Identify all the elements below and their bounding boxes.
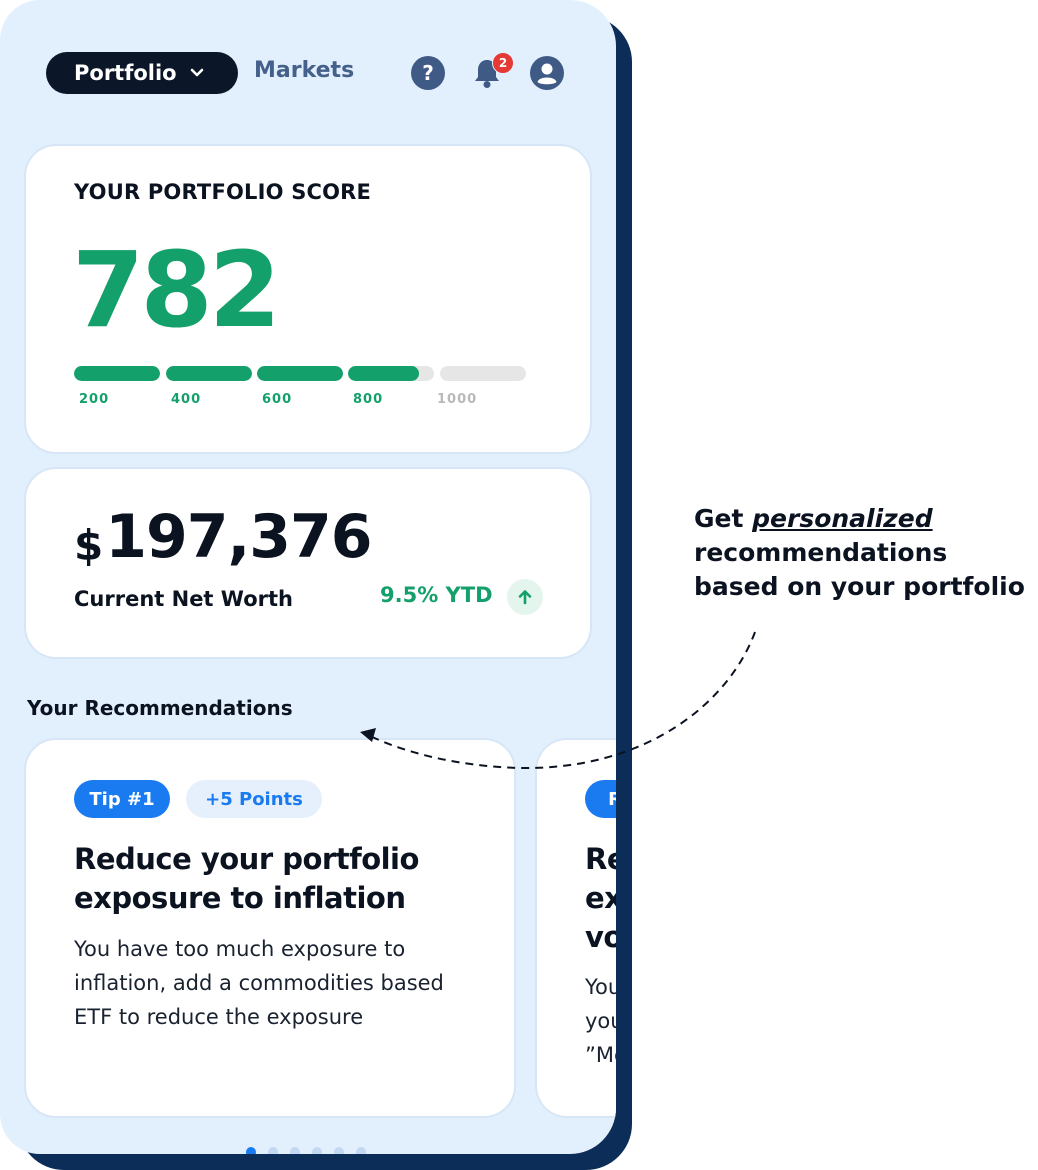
pager-dot[interactable] bbox=[312, 1147, 322, 1154]
tip-badge: R bbox=[585, 780, 616, 818]
score-tick-label: 800 bbox=[353, 392, 384, 407]
ytd-change: 9.5% YTD bbox=[380, 583, 493, 607]
recommendation-card-next[interactable]: R Re ex vo You you ”Mc bbox=[537, 740, 616, 1116]
pager-dot[interactable] bbox=[290, 1147, 300, 1154]
recommendation-card[interactable]: Tip #1 +5 Points Reduce your portfolio e… bbox=[26, 740, 514, 1116]
body-line: ”Mc bbox=[585, 1043, 616, 1067]
pager-dot[interactable] bbox=[246, 1147, 256, 1154]
body-line: You bbox=[585, 975, 616, 999]
score-tick-label: 200 bbox=[79, 392, 110, 407]
score-card-title: YOUR PORTFOLIO SCORE bbox=[74, 180, 372, 204]
recommendation-title-partial: Re ex vo bbox=[585, 840, 616, 957]
recommendation-title: Reduce your portfolio exposure to inflat… bbox=[74, 842, 419, 915]
phone-screen: Portfolio Markets ? 2 YOUR PORTFOLIO SCO… bbox=[0, 0, 616, 1154]
pager-dot[interactable] bbox=[356, 1147, 366, 1154]
score-segment-200 bbox=[74, 366, 160, 381]
score-tick-label: 400 bbox=[171, 392, 202, 407]
currency-symbol: $ bbox=[74, 521, 104, 570]
net-worth-amount: 197,376 bbox=[105, 502, 372, 572]
portfolio-score-value: 782 bbox=[72, 229, 281, 351]
notification-badge: 2 bbox=[492, 52, 514, 74]
pager-dot[interactable] bbox=[268, 1147, 278, 1154]
help-glyph: ? bbox=[422, 61, 434, 85]
pager-dot[interactable] bbox=[334, 1147, 344, 1154]
score-tick-label: 600 bbox=[262, 392, 293, 407]
title-line: ex bbox=[585, 881, 616, 915]
score-segment-600 bbox=[257, 366, 343, 381]
arrow-up-icon bbox=[507, 579, 543, 615]
callout-emphasis: personalized bbox=[752, 504, 933, 533]
carousel-pager bbox=[246, 1147, 366, 1154]
recommendation-body: You have too much exposure to inflation,… bbox=[74, 937, 444, 1029]
tab-markets[interactable]: Markets bbox=[254, 58, 354, 83]
recommendation-body-partial: You you ”Mc bbox=[585, 970, 616, 1072]
score-segment-400 bbox=[166, 366, 252, 381]
points-badge: +5 Points bbox=[186, 780, 322, 818]
portfolio-dropdown[interactable]: Portfolio bbox=[46, 52, 238, 94]
score-tick-label: 1000 bbox=[437, 392, 478, 407]
dashed-arrow-icon bbox=[360, 631, 756, 770]
body-line: you bbox=[585, 1009, 616, 1033]
title-line: vo bbox=[585, 920, 616, 954]
title-line: Re bbox=[585, 842, 616, 876]
net-worth-value: $ 197,376 bbox=[74, 502, 373, 572]
help-icon[interactable]: ? bbox=[411, 56, 445, 90]
portfolio-tab-label: Portfolio bbox=[74, 61, 177, 85]
callout-line-1: Get personalized bbox=[694, 502, 1038, 536]
tip-badge: Tip #1 bbox=[74, 780, 170, 818]
callout-prefix: Get bbox=[694, 504, 753, 533]
chevron-down-icon bbox=[189, 67, 205, 79]
score-segment-1000 bbox=[440, 366, 526, 381]
user-avatar-icon[interactable] bbox=[530, 56, 564, 90]
callout-line-3: based on your portfolio bbox=[694, 572, 1025, 601]
feature-callout: Get personalized recommendations based o… bbox=[694, 502, 1038, 604]
callout-line-2: recommendations bbox=[694, 538, 948, 567]
net-worth-label: Current Net Worth bbox=[74, 587, 293, 611]
recommendations-heading: Your Recommendations bbox=[27, 696, 293, 720]
score-segment-800 bbox=[348, 366, 434, 381]
portfolio-score-card: YOUR PORTFOLIO SCORE 782 200 400 600 800… bbox=[26, 146, 590, 452]
